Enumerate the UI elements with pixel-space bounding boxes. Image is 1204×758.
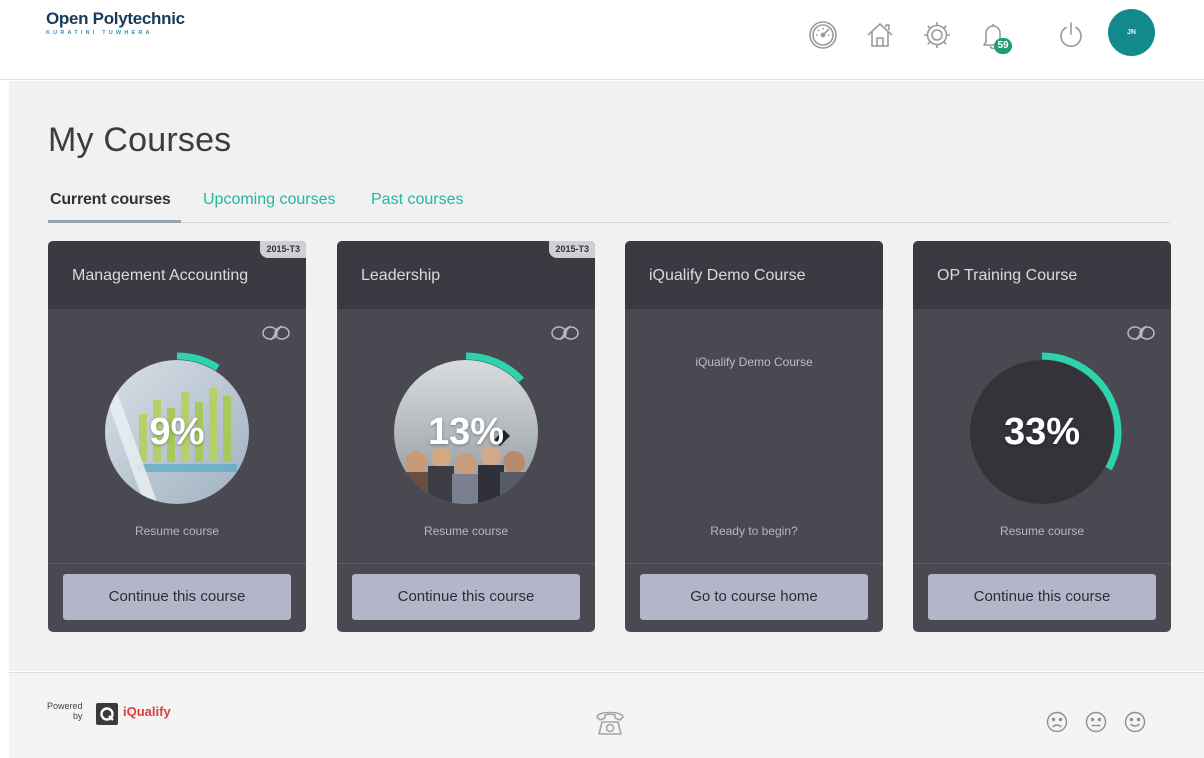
card-divider <box>48 563 306 564</box>
happy-face-icon[interactable] <box>1124 711 1146 733</box>
settings-icon[interactable] <box>920 18 954 52</box>
course-title[interactable]: OP Training Course <box>937 267 1077 285</box>
course-description: iQualify Demo Course <box>695 355 813 369</box>
go-to-course-home-button[interactable]: Go to course home <box>640 574 868 620</box>
tab-past-courses[interactable]: Past courses <box>371 191 463 209</box>
powered-line-2: by <box>73 711 83 721</box>
open-polytechnic-logo[interactable]: Open Polytechnic KURATINI TUWHERA <box>46 9 185 36</box>
power-icon[interactable] <box>1054 18 1088 52</box>
term-badge: 2015-T3 <box>549 241 595 258</box>
course-link-icon[interactable] <box>1125 323 1157 343</box>
logo-name: Open Polytechnic <box>46 9 185 28</box>
resume-course-label[interactable]: Resume course <box>337 524 595 538</box>
continue-course-button[interactable]: Continue this course <box>928 574 1156 620</box>
card-header: iQualify Demo Course <box>625 241 883 309</box>
progress-ring: 9% <box>97 352 257 512</box>
course-tabs: Current courses Upcoming courses Past co… <box>48 187 1170 223</box>
continue-course-button[interactable]: Continue this course <box>63 574 291 620</box>
course-card-management-accounting[interactable]: Management Accounting 2015-T3 9% Resume … <box>48 241 306 632</box>
main-content: My Courses Current courses Upcoming cour… <box>9 81 1204 671</box>
resume-course-label[interactable]: Resume course <box>48 524 306 538</box>
course-title[interactable]: Leadership <box>361 267 440 285</box>
ready-to-begin-label: Ready to begin? <box>710 524 798 538</box>
tab-upcoming-courses[interactable]: Upcoming courses <box>203 191 336 209</box>
progress-percentage: 13% <box>427 411 505 453</box>
course-link-icon[interactable] <box>260 323 292 343</box>
course-title[interactable]: iQualify Demo Course <box>649 267 806 285</box>
neutral-face-icon[interactable] <box>1085 711 1107 733</box>
iqualify-wordmark[interactable]: iQualify <box>123 704 171 719</box>
card-header: OP Training Course <box>913 241 1171 309</box>
card-divider <box>913 563 1171 564</box>
course-link-icon[interactable] <box>549 323 581 343</box>
iqualify-logo-icon[interactable] <box>96 703 118 725</box>
progress-percentage: 9% <box>149 411 205 453</box>
powered-line-1: Powered <box>47 701 83 711</box>
card-divider <box>337 563 595 564</box>
progress-ring: 13% <box>386 352 546 512</box>
user-avatar[interactable]: JN <box>1108 9 1155 56</box>
card-header: Management Accounting 2015-T3 <box>48 241 306 309</box>
course-card-iqualify-demo[interactable]: iQualify Demo Course iQualify Demo Cours… <box>625 241 883 632</box>
phone-icon[interactable] <box>593 705 627 739</box>
tab-current-courses[interactable]: Current courses <box>50 191 171 209</box>
course-title[interactable]: Management Accounting <box>72 267 248 285</box>
resume-course-label[interactable]: Resume course <box>913 524 1171 538</box>
sad-face-icon[interactable] <box>1046 711 1068 733</box>
notification-count-badge[interactable]: 59 <box>994 38 1012 54</box>
dashboard-icon[interactable] <box>806 18 840 52</box>
active-tab-indicator <box>48 220 181 223</box>
course-card-leadership[interactable]: Leadership 2015-T3 13% Resume course Con… <box>337 241 595 632</box>
app-footer: Powered by iQualify <box>9 672 1204 758</box>
term-badge: 2015-T3 <box>260 241 306 258</box>
powered-by-label: Powered by <box>47 701 83 721</box>
card-header: Leadership 2015-T3 <box>337 241 595 309</box>
home-icon[interactable] <box>863 18 897 52</box>
progress-ring: 33% <box>962 352 1122 512</box>
course-card-op-training[interactable]: OP Training Course 33% Resume course Con… <box>913 241 1171 632</box>
page-title: My Courses <box>48 121 232 159</box>
progress-percentage: 33% <box>1003 411 1081 453</box>
card-divider <box>625 563 883 564</box>
app-header: Open Polytechnic KURATINI TUWHERA 59 JN <box>0 0 1204 80</box>
continue-course-button[interactable]: Continue this course <box>352 574 580 620</box>
logo-tagline: KURATINI TUWHERA <box>46 30 153 36</box>
